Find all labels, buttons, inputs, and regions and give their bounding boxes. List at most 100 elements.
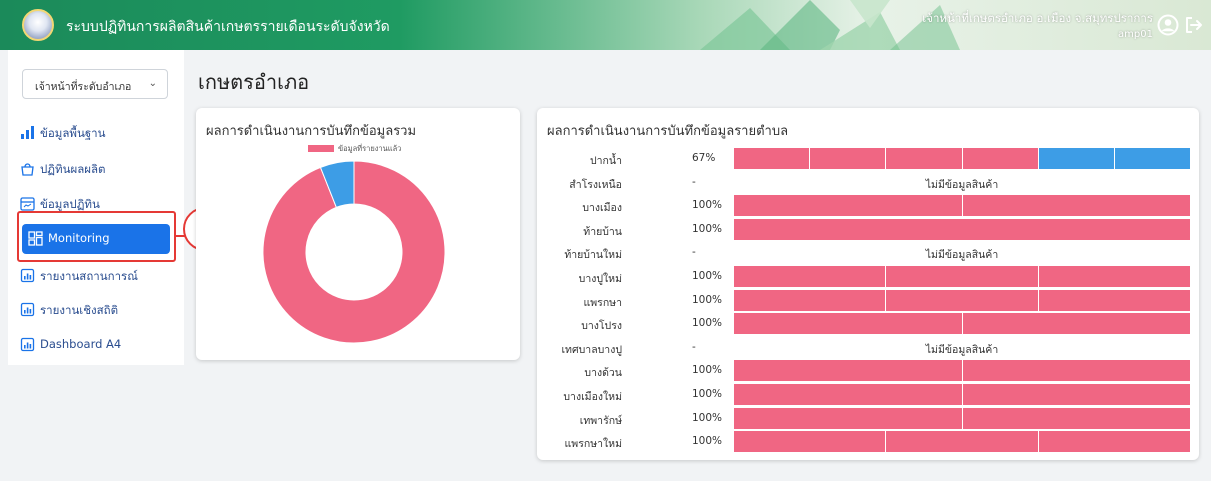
- segment-reported[interactable]: [962, 384, 1190, 405]
- tambon-percent: 67%: [692, 152, 716, 164]
- segment-reported[interactable]: [734, 266, 887, 287]
- app-title: ระบบปฏิทินการผลิตสินค้าเกษตรรายเดือนระดั…: [66, 19, 390, 35]
- tambon-name: เทพารักษ์: [579, 414, 622, 427]
- sidebar-item-label: ข้อมูลปฏิทิน: [40, 197, 100, 211]
- tambon-name: ท้ายบ้าน: [583, 225, 622, 238]
- tambon-progress-bar[interactable]: [734, 384, 1190, 405]
- tambon-progress-bar[interactable]: [734, 289, 1190, 311]
- user-id: amp01: [1118, 29, 1153, 40]
- segment-reported[interactable]: [886, 148, 963, 169]
- segment-reported[interactable]: [734, 360, 963, 382]
- sidebar-item-dashboard-a4[interactable]: Dashboard A4: [20, 330, 172, 360]
- segment-reported[interactable]: [734, 313, 963, 335]
- page-title: เกษตรอำเภอ: [198, 70, 310, 94]
- bar-chart-icon: [21, 126, 34, 139]
- province-seal-logo[interactable]: [22, 9, 54, 41]
- user-circle-icon[interactable]: [1157, 14, 1179, 36]
- segment-reported[interactable]: [734, 431, 887, 453]
- tambon-progress-bar[interactable]: [734, 360, 1190, 382]
- tambon-row: เทพารักษ์ 100%: [537, 407, 1199, 430]
- segment-reported[interactable]: [962, 407, 1190, 429]
- segment-reported[interactable]: [962, 148, 1039, 169]
- role-select[interactable]: เจ้าหน้าที่ระดับอำเภอ ⌄: [22, 69, 168, 99]
- tambon-progress-bar[interactable]: [734, 407, 1190, 429]
- segment-reported[interactable]: [962, 360, 1190, 382]
- legend-swatch-reported: [308, 145, 334, 152]
- segment-not-reported[interactable]: [1114, 148, 1191, 169]
- tambon-name: ท้ายบ้านใหม่: [564, 249, 622, 262]
- tambon-name: บางปูใหม่: [578, 273, 622, 285]
- report-icon: [20, 337, 35, 352]
- calendar-icon: [20, 197, 35, 211]
- tambon-row: บางโปรง 100%: [537, 313, 1199, 335]
- user-name: เจ้าหน้าที่เกษตรอำเภอ อ.เมือง จ.สมุทรปรา…: [922, 11, 1153, 25]
- tambon-percent: 100%: [692, 411, 723, 424]
- tambon-row: บางเมืองใหม่ 100%: [537, 384, 1199, 406]
- tambon-name: แพรกษาใหม่: [564, 438, 622, 451]
- tambon-percent: -: [692, 340, 696, 353]
- segment-reported[interactable]: [1038, 431, 1190, 453]
- sidebar-item-label: Dashboard A4: [40, 337, 122, 351]
- tambon-row: ปากน้ำ 67%: [537, 148, 1199, 170]
- tambon-progress-bar[interactable]: [734, 218, 1190, 240]
- sidebar-item-label: ปฏิทินผลผลิต: [40, 162, 106, 176]
- segment-reported[interactable]: [886, 431, 1039, 453]
- tambon-name: เทศบาลบางปู: [561, 343, 622, 356]
- tambon-percent: 100%: [692, 293, 723, 306]
- segment-reported[interactable]: [962, 195, 1190, 217]
- report-icon: [20, 302, 35, 317]
- tambon-row: แพรกษา 100%: [537, 289, 1199, 312]
- segment-reported[interactable]: [734, 195, 963, 217]
- tambon-progress-bar[interactable]: [734, 266, 1190, 287]
- sidebar-item-label: รายงานเชิงสถิติ: [40, 303, 119, 317]
- sidebar-item-basic-data[interactable]: ข้อมูลพื้นฐาน: [20, 118, 172, 148]
- tambon-progress-card: ผลการดำเนินงานการบันทึกข้อมูลรายตำบล ปาก…: [537, 108, 1199, 460]
- segment-reported[interactable]: [734, 289, 887, 311]
- tambon-percent: -: [692, 246, 696, 259]
- tambon-name: บางเมืองใหม่: [563, 391, 622, 403]
- tambon-name: สำโรงเหนือ: [569, 178, 622, 191]
- legend-label-reported: ข้อมูลที่รายงานแล้ว: [338, 144, 402, 153]
- segment-reported[interactable]: [1038, 289, 1190, 311]
- tambon-progress-bar[interactable]: [734, 195, 1190, 217]
- segment-reported[interactable]: [886, 266, 1039, 287]
- tambon-percent: 100%: [692, 222, 723, 235]
- report-icon: [20, 268, 35, 283]
- tambon-row: เทศบาลบางปู - ไม่มีข้อมูลสินค้า: [537, 337, 1199, 359]
- segment-reported[interactable]: [886, 289, 1039, 311]
- tambon-progress-bar[interactable]: [734, 148, 1191, 169]
- no-data-label: ไม่มีข้อมูลสินค้า: [925, 343, 999, 356]
- tambon-progress-bar[interactable]: [734, 431, 1190, 453]
- sidebar-item-production-calendar[interactable]: ปฏิทินผลผลิต: [20, 154, 172, 184]
- segment-not-reported[interactable]: [1038, 148, 1115, 169]
- sidebar-item-label: ข้อมูลพื้นฐาน: [40, 126, 106, 140]
- tambon-name: ปากน้ำ: [590, 155, 622, 167]
- basket-icon: [21, 163, 34, 176]
- tambon-name: บางด้วน: [584, 367, 622, 380]
- no-data-label: ไม่มีข้อมูลสินค้า: [925, 249, 999, 262]
- tambon-percent: 100%: [692, 199, 723, 212]
- no-data-label: ไม่มีข้อมูลสินค้า: [925, 178, 999, 191]
- app-header: ระบบปฏิทินการผลิตสินค้าเกษตรรายเดือนระดั…: [0, 0, 1211, 50]
- logout-icon[interactable]: [1183, 14, 1205, 36]
- sidebar-item-statistical-report[interactable]: รายงานเชิงสถิติ: [20, 295, 172, 325]
- segment-reported[interactable]: [734, 384, 963, 405]
- segment-reported[interactable]: [734, 218, 1190, 240]
- tambon-row: ท้ายบ้านใหม่ - ไม่มีข้อมูลสินค้า: [537, 242, 1199, 264]
- segment-reported[interactable]: [734, 148, 811, 169]
- segment-reported[interactable]: [1038, 266, 1190, 287]
- tambon-name: บางเมือง: [582, 202, 622, 215]
- tambon-percent: 100%: [692, 317, 723, 330]
- overall-donut-chart[interactable]: [262, 160, 446, 344]
- role-select-value: เจ้าหน้าที่ระดับอำเภอ: [35, 81, 132, 93]
- tambon-percent: 100%: [692, 270, 723, 282]
- sidebar-item-label: รายงานสถานการณ์: [40, 269, 138, 283]
- segment-reported[interactable]: [810, 148, 887, 169]
- segment-reported[interactable]: [962, 313, 1190, 335]
- tambon-progress-bar[interactable]: [734, 313, 1190, 335]
- sidebar-item-situation-report[interactable]: รายงานสถานการณ์: [20, 261, 172, 291]
- segment-reported[interactable]: [734, 407, 963, 429]
- tambon-card-title: ผลการดำเนินงานการบันทึกข้อมูลรายตำบล: [547, 124, 789, 139]
- tambon-percent: 100%: [692, 364, 723, 377]
- chevron-down-icon: ⌄: [148, 78, 157, 89]
